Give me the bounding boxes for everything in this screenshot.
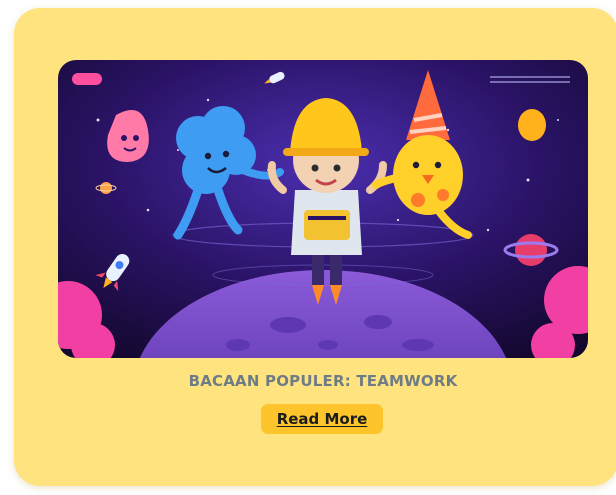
read-more-label: Read More — [276, 410, 368, 428]
pill-decoration — [72, 73, 102, 85]
article-title: BACAAN POPULER: TEAMWORK — [188, 372, 458, 390]
space-teamwork-illustration — [58, 60, 588, 358]
read-more-button[interactable]: Read More — [261, 404, 383, 434]
featured-image[interactable] — [58, 60, 588, 358]
